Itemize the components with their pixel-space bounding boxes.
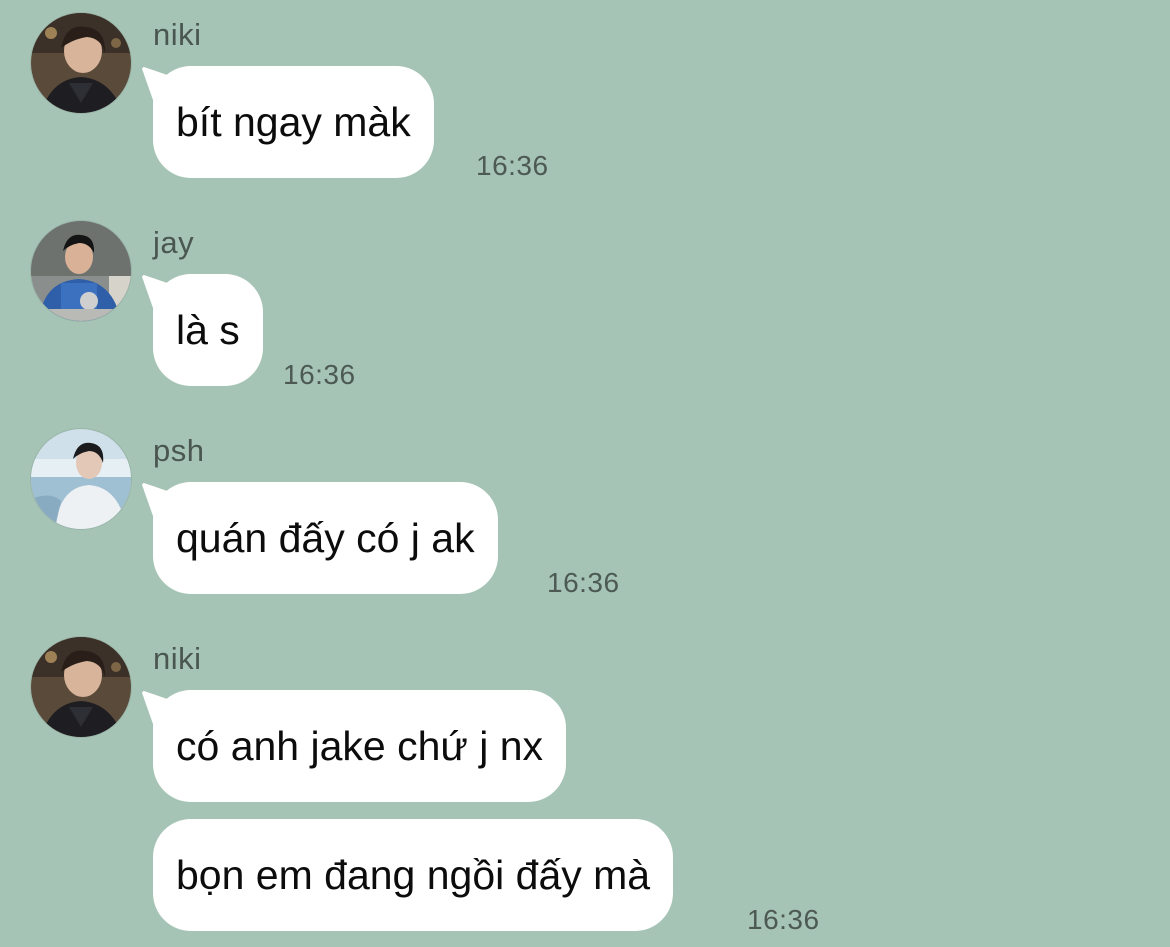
message-bubble[interactable]: bọn em đang ngồi đấy mà xyxy=(153,819,674,931)
message-bubble[interactable]: có anh jake chứ j nx xyxy=(153,690,567,802)
person-photo-icon xyxy=(31,429,131,529)
person-photo-icon xyxy=(31,13,131,113)
message-timestamp: 16:36 xyxy=(283,359,356,390)
message-timestamp: 16:36 xyxy=(547,567,620,598)
message-text: quán đấy có j ak xyxy=(176,514,475,561)
message-bubble[interactable]: quán đấy có j ak xyxy=(153,482,498,594)
message-bubble[interactable]: là s xyxy=(153,274,263,386)
sender-name: psh xyxy=(153,433,205,468)
sender-name: niki xyxy=(153,641,202,676)
person-photo-icon xyxy=(31,637,131,737)
person-photo-icon xyxy=(31,221,131,321)
message-timestamp: 16:36 xyxy=(476,150,549,181)
message-text: bít ngay màk xyxy=(176,98,411,145)
sender-name: niki xyxy=(153,17,202,52)
psh-avatar[interactable] xyxy=(30,428,132,530)
message-text: là s xyxy=(176,306,240,353)
jay-avatar[interactable] xyxy=(30,220,132,322)
message-bubble[interactable]: bít ngay màk xyxy=(153,66,434,178)
message-timestamp: 16:36 xyxy=(747,904,820,935)
message-text: bọn em đang ngồi đấy mà xyxy=(176,851,651,898)
sender-name: jay xyxy=(153,225,195,260)
message-text: có anh jake chứ j nx xyxy=(176,722,544,769)
niki-avatar[interactable] xyxy=(30,12,132,114)
niki-avatar[interactable] xyxy=(30,636,132,738)
